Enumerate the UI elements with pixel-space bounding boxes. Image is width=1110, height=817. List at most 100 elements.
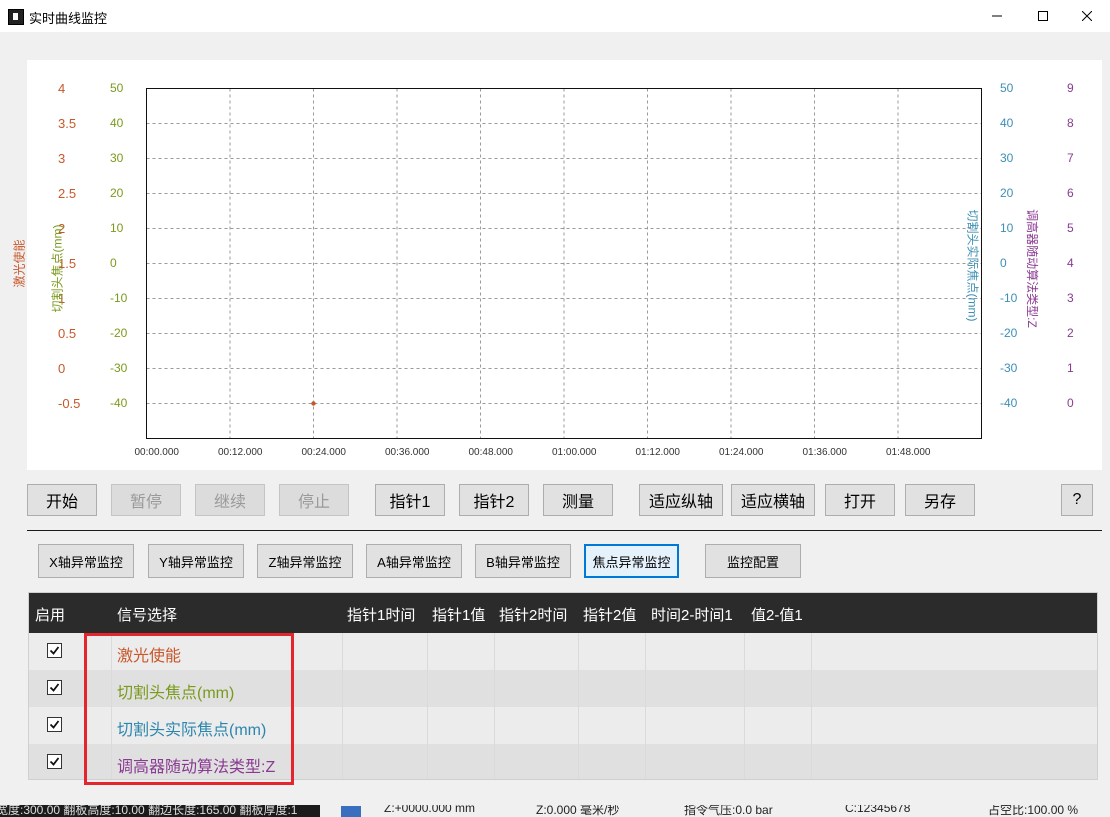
axis-title-actual-focus: 切割头实际焦点(mm) — [965, 209, 980, 322]
y-tick-label: -30 — [110, 360, 128, 375]
header-enable: 启用 — [35, 607, 66, 624]
help-button[interactable]: ? — [1061, 484, 1093, 516]
y-tick-label: -10 — [110, 290, 128, 305]
axis-title-cutting-head-focus: 切割头焦点(mm) — [50, 224, 65, 313]
y-tick-label: 50 — [1000, 80, 1014, 95]
cell-divider — [578, 670, 579, 707]
cell-divider — [427, 670, 428, 707]
cell-divider — [811, 707, 812, 744]
header-ptr2-time: 指针2时间 — [499, 607, 568, 624]
save-as-button[interactable]: 另存 — [905, 484, 975, 516]
enable-checkbox[interactable] — [47, 680, 62, 695]
axis-title-height-controller: 调高器随动算法类型:Z — [1024, 209, 1039, 328]
tab-a-axis[interactable]: A轴异常监控 — [366, 544, 462, 578]
cell-divider — [744, 707, 745, 744]
status-z-pos: Z:+0000.000 mm — [384, 805, 476, 815]
plot-grid — [146, 88, 982, 439]
check-icon — [49, 683, 60, 692]
check-icon — [49, 646, 60, 655]
x-tick-label: 01:00.000 — [552, 447, 597, 458]
cell-divider — [494, 744, 495, 779]
cell-divider — [811, 670, 812, 707]
x-tick-label: 01:48.000 — [886, 447, 931, 458]
enable-checkbox[interactable] — [47, 717, 62, 732]
x-tick-label: 00:24.000 — [301, 447, 347, 458]
y-tick-label: 2.5 — [58, 185, 77, 201]
y-tick-label: 4 — [1067, 255, 1074, 270]
y-tick-label: -20 — [110, 325, 128, 340]
fit-x-axis-button[interactable]: 适应横轴 — [731, 484, 815, 516]
y-tick-label: 10 — [110, 220, 124, 235]
cell-divider — [645, 633, 646, 670]
measure-button[interactable]: 测量 — [543, 484, 613, 516]
cell-divider — [494, 670, 495, 707]
y-tick-label: 4 — [58, 80, 66, 96]
table-header: 启用 信号选择 指针1时间 指针1值 指针2时间 指针2值 时间2-时间1 值2… — [29, 593, 1097, 633]
tab-x-axis[interactable]: X轴异常监控 — [38, 544, 134, 578]
y-tick-label: 5 — [1067, 220, 1074, 235]
header-value-diff: 值2-值1 — [751, 607, 803, 624]
y-tick-label: 6 — [1067, 185, 1074, 200]
continue-button[interactable]: 继续 — [195, 484, 265, 516]
tab-z-axis[interactable]: Z轴异常监控 — [257, 544, 353, 578]
x-tick-label: 01:12.000 — [635, 447, 681, 458]
plot-svg[interactable] — [0, 0, 1110, 470]
axis-title-laser-enable: 激光使能 — [12, 239, 27, 288]
y-tick-label: 0 — [1067, 395, 1074, 410]
status-arrow-icon — [341, 806, 361, 817]
header-ptr2-value: 指针2值 — [583, 607, 637, 624]
cell-divider — [342, 670, 343, 707]
tab-b-axis[interactable]: B轴异常监控 — [475, 544, 571, 578]
y-tick-label: -30 — [1000, 360, 1018, 375]
cell-divider — [578, 633, 579, 670]
y-tick-label: 7 — [1067, 150, 1074, 165]
status-duty: 占空比:100.00 % — [988, 805, 1079, 817]
status-bar: 宽度:300.00 翻板高度:10.00 翻边长度:165.00 翻板厚度:1 … — [0, 805, 1110, 817]
cell-divider — [427, 707, 428, 744]
y-tick-label: 40 — [110, 115, 124, 130]
y-tick-label: 20 — [110, 185, 124, 200]
cell-divider — [427, 633, 428, 670]
tab-focus[interactable]: 焦点异常监控 — [584, 544, 679, 578]
tab-monitor-config[interactable]: 监控配置 — [705, 544, 801, 578]
enable-checkbox[interactable] — [47, 754, 62, 769]
pause-button[interactable]: 暂停 — [111, 484, 181, 516]
open-button[interactable]: 打开 — [825, 484, 895, 516]
y-tick-label: 1 — [1067, 360, 1074, 375]
cell-divider — [427, 744, 428, 779]
check-icon — [49, 720, 60, 729]
data-point — [311, 401, 316, 406]
tab-y-axis[interactable]: Y轴异常监控 — [148, 544, 244, 578]
enable-checkbox[interactable] — [47, 643, 62, 658]
x-tick-label: 00:00.000 — [134, 447, 180, 458]
header-time-diff: 时间2-时间1 — [651, 607, 733, 624]
cell-divider — [494, 633, 495, 670]
stop-button[interactable]: 停止 — [279, 484, 349, 516]
cell-divider — [342, 633, 343, 670]
highlight-box — [84, 633, 294, 785]
pointer1-button[interactable]: 指针1 — [375, 484, 445, 516]
y-tick-label: 8 — [1067, 115, 1074, 130]
status-gas: 指令气压:0.0 bar — [684, 805, 773, 817]
cell-divider — [645, 707, 646, 744]
cell-divider — [578, 707, 579, 744]
fit-y-axis-button[interactable]: 适应纵轴 — [639, 484, 723, 516]
y-tick-label: -0.5 — [58, 395, 81, 411]
cell-divider — [811, 744, 812, 779]
y-tick-label: 0 — [110, 255, 117, 270]
y-tick-label: -10 — [1000, 290, 1018, 305]
x-tick-label: 00:36.000 — [385, 447, 430, 458]
divider — [27, 530, 1102, 531]
cell-divider — [744, 670, 745, 707]
y-tick-label: 30 — [1000, 150, 1014, 165]
cell-divider — [342, 744, 343, 779]
header-signal: 信号选择 — [117, 607, 178, 624]
pointer2-button[interactable]: 指针2 — [459, 484, 529, 516]
cell-divider — [811, 633, 812, 670]
y-tick-label: 10 — [1000, 220, 1014, 235]
start-button[interactable]: 开始 — [27, 484, 97, 516]
y-tick-label: 3 — [58, 150, 66, 166]
y-tick-label: 40 — [1000, 115, 1014, 130]
cell-divider — [342, 707, 343, 744]
cell-divider — [494, 707, 495, 744]
